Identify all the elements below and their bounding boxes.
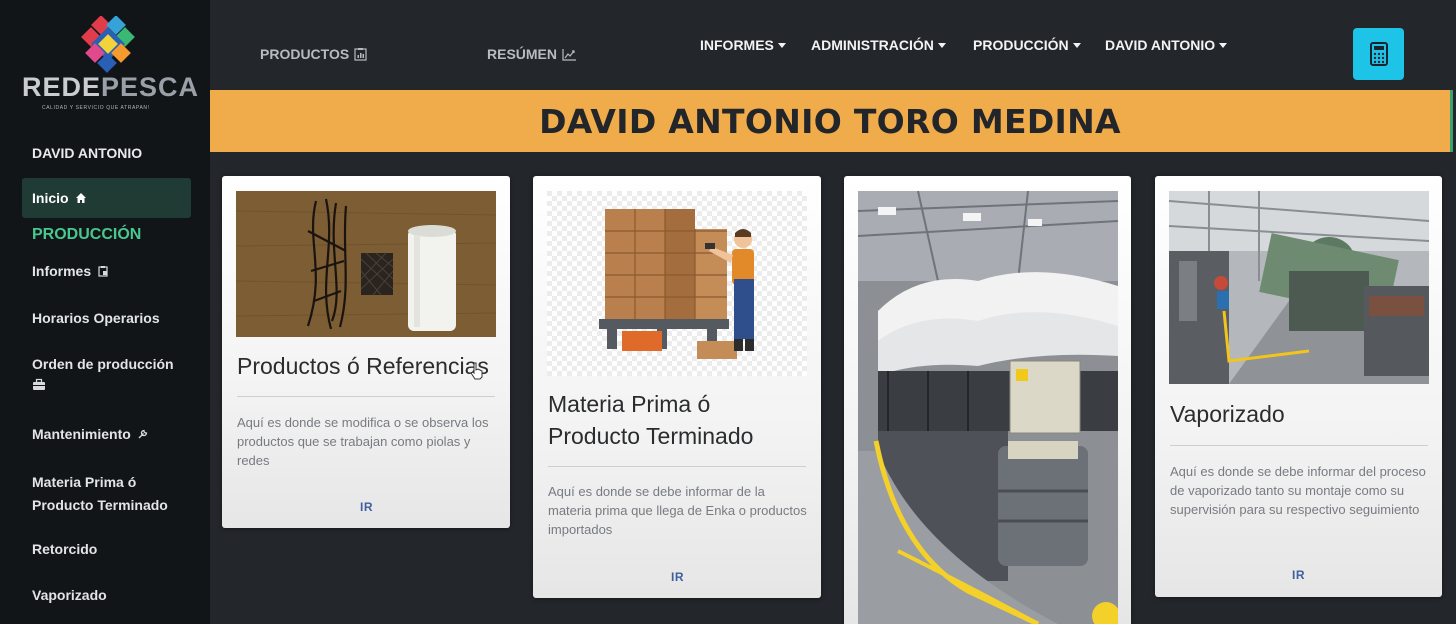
clipboard-icon <box>98 266 108 277</box>
card-ir-link[interactable]: IR <box>1292 568 1305 582</box>
caret-down-icon <box>937 42 946 48</box>
nav-dropdown-user[interactable]: DAVID ANTONIO <box>1105 37 1228 53</box>
brand-name-part2: PESCA <box>101 72 200 102</box>
card-description: Aquí es donde se modifica o se observa l… <box>237 415 489 468</box>
sidebar-item-horarios-operarios[interactable]: Horarios Operarios <box>32 310 160 326</box>
sidebar-item-label: Vaporizado <box>32 587 107 603</box>
caret-down-icon <box>777 42 786 48</box>
top-navbar: PRODUCTOS RESÚMEN INFORMES ADMINISTRACIÓ… <box>210 0 1456 90</box>
wrench-icon <box>138 429 147 439</box>
card-image-products <box>236 191 496 337</box>
card-retorcido <box>844 176 1131 624</box>
card-materia-prima: Materia Prima ó Producto Terminado Aquí … <box>533 176 821 598</box>
nav-dropdown-label: PRODUCCIÓN <box>973 37 1069 53</box>
nav-dropdown-label: INFORMES <box>700 37 774 53</box>
sidebar-user-name[interactable]: DAVID ANTONIO <box>32 145 142 161</box>
card-ir-link[interactable]: IR <box>671 570 684 584</box>
card-title: Materia Prima ó Producto Terminado <box>548 391 754 449</box>
brand-name: REDEPESCA <box>22 72 199 103</box>
products-photo <box>236 191 496 337</box>
card-divider <box>237 396 495 397</box>
nav-dropdown-administracion[interactable]: ADMINISTRACIÓN <box>811 37 946 53</box>
nav-dropdown-label: ADMINISTRACIÓN <box>811 37 934 53</box>
home-icon <box>75 193 86 203</box>
banner-title: DAVID ANTONIO TORO MEDINA <box>539 101 1121 141</box>
nav-dropdown-produccion[interactable]: PRODUCCIÓN <box>973 37 1081 53</box>
sidebar-section-produccion: PRODUCCIÓN <box>32 226 142 243</box>
sidebar-item-inicio-label: Inicio <box>32 190 69 206</box>
nav-link-resumen[interactable]: RESÚMEN <box>487 46 577 62</box>
card-image-vaporizado <box>1169 191 1429 384</box>
card-image-factory-machines <box>858 191 1118 624</box>
sidebar-item-label: Mantenimiento <box>32 426 131 442</box>
sidebar: REDEPESCA CALIDAD Y SERVICIO QUE ATRAPAN… <box>0 0 210 624</box>
sidebar-item-mantenimiento[interactable]: Mantenimiento <box>32 426 149 442</box>
calculator-button[interactable] <box>1353 28 1404 80</box>
brand-logo[interactable]: REDEPESCA CALIDAD Y SERVICIO QUE ATRAPAN… <box>20 12 198 111</box>
hand-cursor-icon <box>470 362 483 380</box>
caret-down-icon <box>1219 42 1228 48</box>
card-divider <box>1170 445 1428 446</box>
sidebar-item-vaporizado[interactable]: Vaporizado <box>32 587 107 603</box>
twisting-machine-photo <box>858 191 1118 624</box>
calculator-icon <box>1369 42 1388 66</box>
sidebar-item-label: Orden de producción <box>32 356 174 372</box>
sidebar-item-label: Retorcido <box>32 541 98 557</box>
chart-icon <box>354 48 367 61</box>
card-productos: Productos ó Referencias Aquí es donde se… <box>222 176 510 528</box>
logo-mark-icon <box>81 16 135 73</box>
card-title: Vaporizado <box>1170 401 1285 427</box>
nav-dropdown-informes[interactable]: INFORMES <box>700 37 786 53</box>
brand-name-part1: REDE <box>22 72 102 102</box>
brand-tagline: CALIDAD Y SERVICIO QUE ATRAPAN! <box>42 105 150 111</box>
toolbox-icon <box>33 378 45 390</box>
sidebar-item-label: Informes <box>32 263 92 279</box>
trend-icon <box>562 48 577 61</box>
sidebar-item-orden-produccion[interactable]: Orden de producción <box>32 356 174 391</box>
card-ir-link[interactable]: IR <box>360 500 373 514</box>
nav-link-productos[interactable]: PRODUCTOS <box>260 46 367 62</box>
sidebar-item-materia-prima[interactable]: Materia Prima ó Producto Terminado <box>32 471 192 517</box>
card-vaporizado: Vaporizado Aquí es donde se debe informa… <box>1155 176 1442 597</box>
sidebar-item-informes[interactable]: Informes <box>32 263 109 279</box>
sidebar-item-label: Materia Prima ó Producto Terminado <box>32 474 168 513</box>
steam-autoclave-photo <box>1169 191 1429 384</box>
nav-dropdown-label: DAVID ANTONIO <box>1105 37 1216 53</box>
sidebar-item-inicio[interactable]: Inicio <box>22 178 191 218</box>
card-image-materia-prima <box>547 191 807 376</box>
card-title: Productos ó Referencias <box>237 353 489 379</box>
nav-link-label: PRODUCTOS <box>260 46 350 62</box>
user-banner: DAVID ANTONIO TORO MEDINA <box>210 90 1453 152</box>
caret-down-icon <box>1072 42 1081 48</box>
warehouse-worker-illustration <box>547 191 807 376</box>
card-description: Aquí es donde se debe informar de la mat… <box>548 484 807 537</box>
sidebar-item-label: Horarios Operarios <box>32 310 160 326</box>
sidebar-item-retorcido[interactable]: Retorcido <box>32 541 97 557</box>
nav-link-label: RESÚMEN <box>487 46 558 62</box>
card-description: Aquí es donde se debe informar del proce… <box>1170 464 1426 517</box>
card-divider <box>548 466 806 467</box>
